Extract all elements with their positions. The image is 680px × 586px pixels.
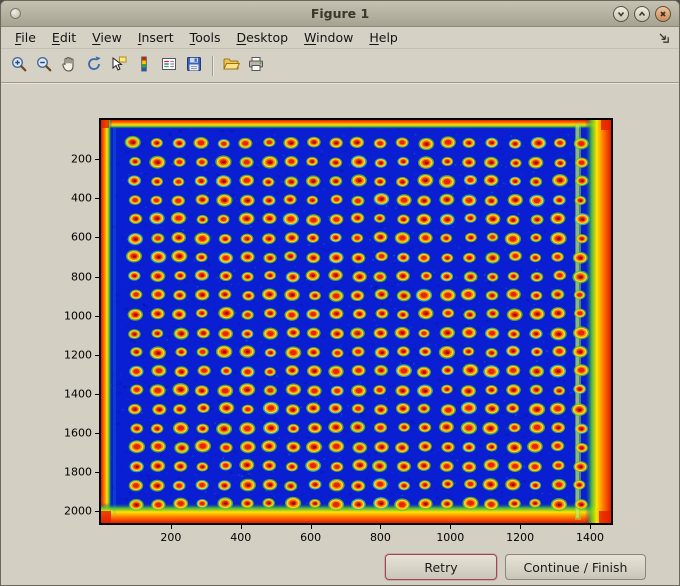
y-tick-mark (95, 393, 99, 395)
menubar: File Edit View Insert Tools Desktop Window Help (1, 27, 679, 49)
chevron-down-icon (617, 11, 625, 17)
y-tick-label: 600 (71, 230, 92, 244)
y-tick-mark (95, 472, 99, 474)
y-tick-mark (95, 159, 99, 161)
y-tick-mark (95, 315, 99, 317)
rotate-3d-icon (85, 55, 103, 77)
y-tick-mark (95, 276, 99, 278)
zoom-in-icon (10, 55, 28, 77)
toolbar (1, 49, 679, 83)
save-icon (185, 55, 203, 77)
x-tick-label: 200 (160, 531, 182, 544)
x-tick-label: 1400 (576, 531, 605, 544)
pan-icon (60, 55, 78, 77)
x-tick-label: 800 (369, 531, 391, 544)
open-folder-icon (222, 55, 241, 77)
x-tick-mark (520, 525, 522, 529)
menu-item-file[interactable]: File (7, 27, 44, 49)
zoom-in-button[interactable] (7, 54, 31, 78)
y-tick-label: 1600 (64, 426, 92, 440)
x-tick-mark (590, 525, 592, 529)
chevron-up-icon (638, 10, 646, 16)
figure-window: Figure 1 File Edit View Insert Tools Desktop W… (0, 0, 680, 586)
y-tick-mark (95, 237, 99, 239)
insert-colorbar-icon (135, 55, 153, 77)
minimize-button[interactable] (613, 5, 629, 22)
open-folder-button[interactable] (219, 54, 243, 78)
menu-item-edit[interactable]: Edit (44, 27, 84, 49)
x-tick-mark (170, 525, 172, 529)
y-tick-label: 1200 (64, 348, 92, 362)
zoom-out-icon (35, 55, 53, 77)
insert-legend-button[interactable] (157, 54, 181, 78)
print-button[interactable] (244, 54, 268, 78)
menu-item-help[interactable]: Help (361, 27, 406, 49)
pan-button[interactable] (57, 54, 81, 78)
x-tick-mark (380, 525, 382, 529)
window-menu-icon[interactable] (10, 8, 21, 19)
figure-content: 200 400 600 800 1000 1200 1400 200 400 600 800 1000… (1, 84, 679, 585)
x-tick-mark (450, 525, 452, 529)
maximize-button[interactable] (634, 5, 650, 22)
close-button[interactable] (655, 5, 671, 22)
y-tick-label: 2000 (64, 504, 92, 518)
x-tick-mark (310, 525, 312, 529)
y-tick-label: 400 (71, 191, 92, 205)
menu-item-desktop[interactable]: Desktop (228, 27, 296, 49)
insert-legend-icon (160, 55, 178, 77)
x-tick-label: 400 (230, 531, 252, 544)
y-tick-mark (95, 433, 99, 434)
print-icon (247, 55, 265, 77)
retry-button[interactable]: Retry (385, 554, 497, 580)
data-cursor-icon (110, 55, 128, 77)
menu-item-view[interactable]: View (84, 27, 130, 49)
y-tick-mark (95, 354, 99, 356)
window-controls (613, 5, 671, 22)
y-tick-label: 200 (71, 152, 92, 166)
window-title: Figure 1 (310, 6, 370, 21)
x-tick-label: 1000 (436, 531, 465, 544)
y-tick-label: 800 (71, 270, 92, 283)
insert-colorbar-button[interactable] (132, 54, 156, 78)
menu-item-window[interactable]: Window (296, 27, 361, 49)
dock-figure-icon[interactable] (657, 31, 671, 45)
plate-image (101, 120, 611, 523)
toolbar-separator (212, 55, 214, 76)
y-tick-label: 1400 (64, 387, 92, 401)
y-tick-mark (95, 511, 99, 513)
y-tick-label: 1800 (64, 465, 92, 479)
data-cursor-button[interactable] (107, 54, 131, 78)
zoom-out-button[interactable] (32, 54, 56, 78)
menu-item-tools[interactable]: Tools (182, 27, 229, 49)
close-icon (660, 10, 666, 17)
x-tick-label: 600 (300, 531, 322, 544)
save-button[interactable] (182, 54, 206, 78)
plot-axes: 200 400 600 800 1000 1200 1400 200 400 600 800 1000… (64, 118, 613, 544)
titlebar[interactable]: Figure 1 (1, 1, 679, 27)
y-tick-label: 1000 (64, 309, 92, 323)
y-tick-mark (95, 198, 99, 200)
menu-item-insert[interactable]: Insert (130, 27, 182, 49)
menu-items: File Edit View Insert Tools Desktop Window Help (7, 27, 406, 49)
continue-finish-button[interactable]: Continue / Finish (505, 554, 646, 580)
x-tick-label: 1200 (506, 531, 535, 544)
x-tick-mark (240, 525, 242, 529)
rotate-3d-button[interactable] (82, 54, 106, 78)
